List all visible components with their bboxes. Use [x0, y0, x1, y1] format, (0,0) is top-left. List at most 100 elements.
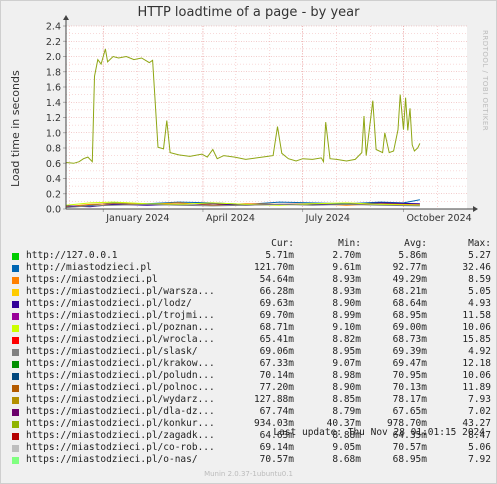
y-tick-label: 0.2	[46, 189, 61, 200]
legend-max: 11.89	[462, 382, 491, 393]
legend-min: 8.90m	[332, 298, 361, 309]
legend-max: 4.93	[468, 298, 491, 309]
legend-row: https://miastodzieci.pl/krakow... 67.33m 9…	[12, 358, 492, 370]
legend-swatch	[12, 421, 19, 428]
legend-avg: 68.21m	[392, 286, 427, 297]
legend-min: 9.10m	[332, 322, 361, 333]
legend-avg: 68.95m	[392, 310, 427, 321]
legend-swatch	[12, 289, 19, 296]
legend-min: 8.99m	[332, 310, 361, 321]
legend-row: https://miastodzieci.pl/polnoc... 77.20m 8…	[12, 382, 492, 394]
legend-cur: 68.71m	[259, 322, 294, 333]
legend-min: 9.07m	[332, 358, 361, 369]
legend-swatch	[12, 457, 19, 464]
legend-series-name: https://miastodzieci.pl/warsza...	[26, 286, 215, 297]
legend-row: https://miastodzieci.pl/co-rob... 69.14m 9…	[12, 442, 492, 454]
legend-min: 8.93m	[332, 286, 361, 297]
legend-cur: 69.06m	[259, 346, 294, 357]
legend-header-cur: Cur:	[271, 238, 294, 249]
legend-header-max: Max:	[468, 238, 491, 249]
legend-avg: 70.95m	[392, 370, 427, 381]
legend-swatch	[12, 433, 19, 440]
y-tick-label: 2.2	[46, 37, 61, 48]
legend-swatch	[12, 409, 19, 416]
y-tick-label: 0.4	[46, 174, 61, 185]
y-tick-label: 1.8	[46, 67, 61, 78]
legend-min: 9.05m	[332, 442, 361, 453]
legend-avg: 67.65m	[392, 406, 427, 417]
legend-min: 8.79m	[332, 406, 361, 417]
legend-max: 4.92	[468, 346, 491, 357]
legend-swatch	[12, 361, 19, 368]
legend-row: http://127.0.0.1 5.71m 2.70m 5.86m 5.27	[12, 250, 492, 262]
legend-cur: 67.33m	[259, 358, 294, 369]
legend-header-min: Min:	[338, 238, 361, 249]
y-tick-label: 1.2	[46, 113, 61, 124]
legend-swatch	[12, 337, 19, 344]
legend-min: 8.98m	[332, 370, 361, 381]
legend-swatch	[12, 373, 19, 380]
legend-max: 7.02	[468, 406, 491, 417]
legend-series-name: https://miastodzieci.pl/wrocla...	[26, 334, 215, 345]
legend-swatch	[12, 301, 19, 308]
legend-cur: 77.20m	[259, 382, 294, 393]
legend-swatch	[12, 265, 19, 272]
legend-series-name: https://miastodzieci.pl/krakow...	[26, 358, 215, 369]
legend-cur: 69.70m	[259, 310, 294, 321]
legend-min: 8.93m	[332, 274, 361, 285]
y-tick-label: 1.0	[46, 128, 61, 139]
legend-min: 9.61m	[332, 262, 361, 273]
plot-area: 0.0 0.2 0.4 0.6 0.8 1.0 1.2 1.4 1.6 1.8 2.0 2.2 2.4 J…	[46, 15, 478, 224]
legend-cur: 69.63m	[259, 298, 294, 309]
legend-series-name: https://miastodzieci.pl/slask/	[26, 346, 198, 357]
y-tick-label: 0.6	[46, 159, 61, 170]
legend-swatch	[12, 277, 19, 284]
legend-cur: 5.71m	[265, 250, 294, 261]
legend-cur: 121.70m	[253, 262, 294, 273]
legend-avg: 49.29m	[392, 274, 427, 285]
legend-swatch	[12, 325, 19, 332]
legend-series-name: https://miastodzieci.pl	[26, 274, 158, 285]
legend-cur: 65.41m	[259, 334, 294, 345]
legend-max: 32.46	[462, 262, 491, 273]
legend-min: 8.85m	[332, 394, 361, 405]
legend-avg: 78.17m	[392, 394, 427, 405]
y-tick-label: 2.4	[46, 22, 61, 33]
legend-row: http://miastodzieci.pl 121.70m 9.61m 92.77m…	[12, 262, 492, 274]
legend-avg: 92.77m	[392, 262, 427, 273]
legend-row: https://miastodzieci.pl/o-nas/70.57m 8.68…	[12, 454, 492, 466]
legend-series-name: https://miastodzieci.pl/trojmi...	[26, 310, 215, 321]
legend-row: https://miastodzieci.pl 54.64m 8.93m 49.29m…	[12, 274, 492, 286]
legend-min: 8.90m	[332, 382, 361, 393]
legend-series-name: https://miastodzieci.pl/dla-dz...	[26, 406, 215, 417]
legend-cur: 69.14m	[259, 442, 294, 453]
legend-min: 2.70m	[332, 250, 361, 261]
legend-series-name: http://miastodzieci.pl	[26, 262, 152, 273]
legend-max: 7.92	[468, 454, 491, 465]
y-tick-label: 0.8	[46, 144, 61, 155]
legend-cur: 66.28m	[259, 286, 294, 297]
legend-row: https://miastodzieci.pl/trojmi... 69.70m 8…	[12, 310, 492, 322]
legend-avg: 70.13m	[392, 382, 427, 393]
legend-avg: 68.95m	[392, 454, 427, 465]
legend-cur: 70.57m	[259, 454, 294, 465]
legend-cur: 54.64m	[259, 274, 294, 285]
legend-min: 8.82m	[332, 334, 361, 345]
legend-series-name: https://miastodzieci.pl/poludn...	[26, 370, 215, 381]
legend-row: https://miastodzieci.pl/wydarz... 127.88m…	[12, 394, 492, 406]
legend-avg: 69.39m	[392, 346, 427, 357]
legend-max: 12.18	[462, 358, 491, 369]
y-tick-label: 1.6	[46, 83, 61, 94]
legend-max: 10.06	[462, 370, 491, 381]
legend-avg: 70.57m	[392, 442, 427, 453]
legend-cur: 70.14m	[259, 370, 294, 381]
legend-max: 5.27	[468, 250, 491, 261]
legend-header: Cur: Min: Avg: Max:	[12, 238, 492, 250]
legend-row: https://miastodzieci.pl/dla-dz... 67.74m 8…	[12, 406, 492, 418]
legend-max: 5.05	[468, 286, 491, 297]
legend-swatch	[12, 313, 19, 320]
legend-row: https://miastodzieci.pl/poznan... 68.71m 9…	[12, 322, 492, 334]
legend-series-name: https://miastodzieci.pl/o-nas/	[26, 454, 198, 465]
x-axis-arrow	[473, 206, 478, 212]
legend-swatch	[12, 253, 19, 260]
